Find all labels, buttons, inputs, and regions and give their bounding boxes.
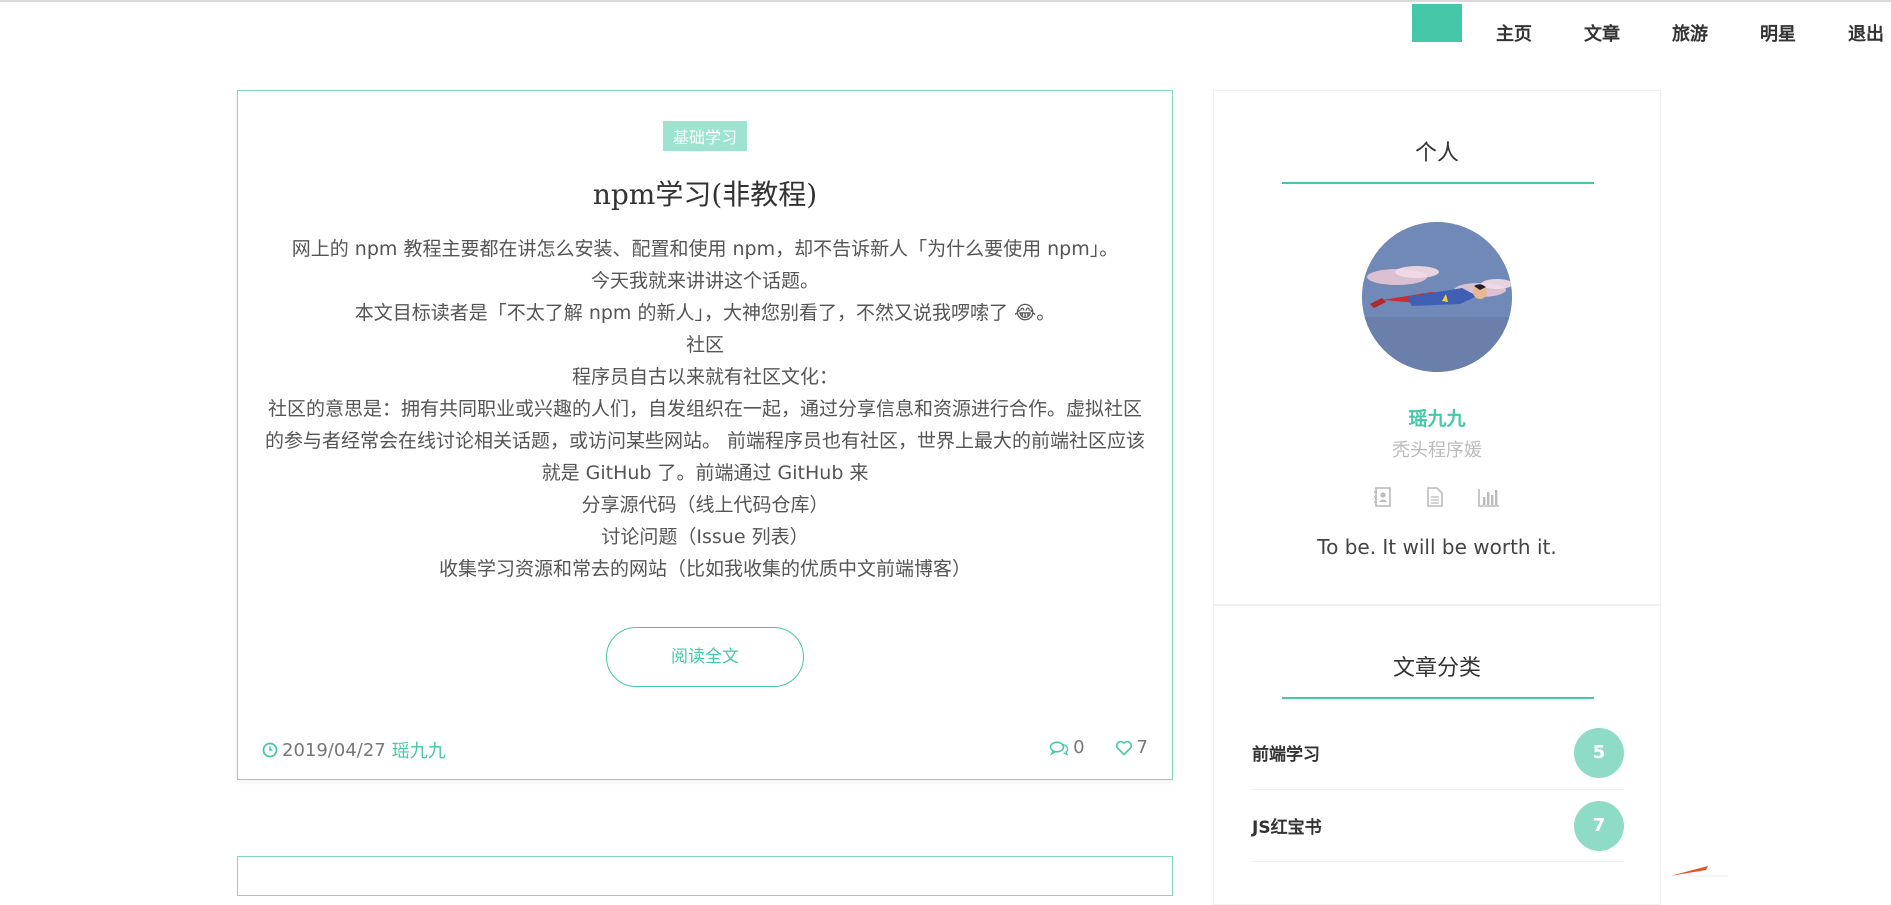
avatar[interactable] xyxy=(1362,222,1512,372)
category-count-badge: 5 xyxy=(1574,727,1624,778)
comment-stat[interactable]: 0 xyxy=(1049,737,1085,758)
profile-subtitle: 秃头程序媛 xyxy=(1392,440,1482,461)
document-icon[interactable] xyxy=(1426,487,1444,511)
article-author[interactable]: 瑶九九 xyxy=(392,737,446,763)
contact-icon[interactable] xyxy=(1374,487,1392,511)
like-stat[interactable]: 7 xyxy=(1115,737,1148,758)
article-card: 基础学习 npm学习(非教程) 网上的 npm 教程主要都在讲怎么安装、配置和使… xyxy=(237,90,1173,780)
excerpt-line: 今天我就来讲讲这个话题。 xyxy=(590,270,819,292)
profile-motto: To be. It will be worth it. xyxy=(1317,535,1557,559)
excerpt-line: 网上的 npm 教程主要都在讲怎么安装、配置和使用 npm，却不告诉新人「为什么… xyxy=(291,238,1119,260)
category-panel-title: 文章分类 xyxy=(1392,656,1481,681)
like-count: 7 xyxy=(1136,737,1148,758)
excerpt-line: 收集学习资源和常去的网站（比如我收集的优质中文前端博客） xyxy=(438,558,971,580)
main-nav: 主页 文章 旅游 明星 退出 xyxy=(1470,20,1891,46)
category-panel: 文章分类 前端学习 5 JS红宝书 7 xyxy=(1213,605,1661,905)
nav-travel[interactable]: 旅游 xyxy=(1646,20,1734,46)
category-item[interactable]: 前端学习 5 xyxy=(1252,716,1624,790)
cursor-arrow-icon xyxy=(1670,866,1728,877)
article-date: 2019/04/27 xyxy=(282,739,386,761)
article-meta: 2019/04/27 瑶九九 xyxy=(262,737,446,763)
profile-panel: 个人 瑶九九 秃头程序媛 To be. It will be worth it. xyxy=(1213,90,1661,605)
nav-stars[interactable]: 明星 xyxy=(1734,20,1822,46)
profile-name[interactable]: 瑶九九 xyxy=(1214,404,1660,431)
clock-icon xyxy=(262,742,278,758)
category-name: JS红宝书 xyxy=(1252,818,1322,838)
nav-articles[interactable]: 文章 xyxy=(1558,20,1646,46)
category-item[interactable]: JS红宝书 7 xyxy=(1252,789,1624,862)
title-divider xyxy=(1282,182,1594,184)
superman-avatar-image xyxy=(1362,222,1512,372)
bar-chart-icon[interactable] xyxy=(1478,487,1500,511)
title-divider xyxy=(1282,697,1594,699)
excerpt-line: 社区的意思是：拥有共同职业或兴趣的人们，自发组织在一起，通过分享信息和资源进行合… xyxy=(264,398,1146,484)
nav-logout[interactable]: 退出 xyxy=(1822,20,1891,46)
excerpt-line: 本文目标读者是「不太了解 npm 的新人」，大神您别看了，不然又说我啰嗦了 😂。 xyxy=(354,302,1056,324)
profile-panel-title: 个人 xyxy=(1414,141,1459,166)
heart-icon xyxy=(1115,740,1132,755)
article-tag[interactable]: 基础学习 xyxy=(662,121,748,151)
excerpt-line: 分享源代码（线上代码仓库） xyxy=(581,494,829,516)
excerpt-line: 程序员自古以来就有社区文化： xyxy=(571,366,838,388)
profile-icon-row xyxy=(1214,487,1660,511)
read-more-button[interactable]: 阅读全文 xyxy=(606,627,804,687)
comment-count: 0 xyxy=(1073,737,1085,758)
excerpt-line: 社区 xyxy=(685,334,724,356)
top-border xyxy=(0,0,1891,2)
article-card xyxy=(237,856,1173,896)
article-title[interactable]: npm学习(非教程) xyxy=(238,173,1172,213)
category-count-badge: 7 xyxy=(1574,800,1624,851)
article-stats: 0 7 xyxy=(1019,737,1148,758)
category-name: 前端学习 xyxy=(1252,745,1320,765)
excerpt-line: 讨论问题（Issue 列表） xyxy=(601,526,809,548)
nav-accent-block xyxy=(1412,4,1462,42)
nav-home[interactable]: 主页 xyxy=(1470,20,1558,46)
row-divider xyxy=(1252,861,1624,862)
article-excerpt: 网上的 npm 教程主要都在讲怎么安装、配置和使用 npm，却不告诉新人「为什么… xyxy=(262,233,1148,585)
comments-icon xyxy=(1049,740,1069,756)
